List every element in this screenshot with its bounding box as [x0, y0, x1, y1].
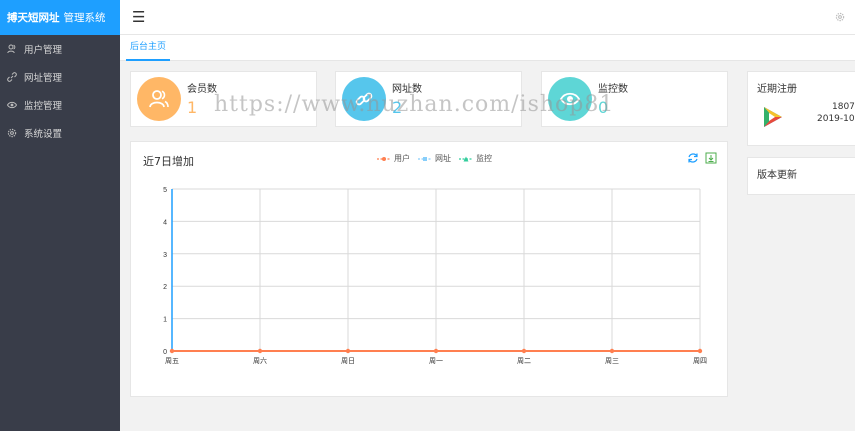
chart-legend: 用户 网址 监控 [377, 153, 492, 164]
legend-marker [377, 156, 391, 161]
stat-value: 2 [392, 98, 403, 117]
y-tick-label: 2 [163, 284, 167, 291]
chart-card: 0 1 2 3 4 5 周五 周六 周日 周一 周二 周三 周四 近7日增加 用户 网址 监控 [130, 141, 728, 397]
data-point [433, 348, 439, 354]
brand-name: 搏天短网址 [7, 12, 60, 24]
stat-value: 1 [187, 98, 198, 117]
stat-card-members: 会员数 1 [130, 71, 317, 127]
sidebar-item-users[interactable]: 用户管理 [0, 35, 120, 63]
legend-marker [418, 156, 432, 161]
chart-title: 近7日增加 [143, 155, 194, 168]
y-tick-label: 3 [163, 252, 167, 259]
user-register-date: 2019-10-1 [817, 114, 855, 124]
user-avatar[interactable] [760, 105, 784, 129]
x-tick-label: 周六 [253, 356, 267, 365]
users-icon [137, 77, 181, 121]
x-tick-label: 周三 [605, 357, 619, 365]
hamburger-icon[interactable]: ☰ [132, 8, 145, 26]
sidebar-item-label: 用户管理 [24, 45, 63, 56]
legend-label: 监控 [476, 154, 492, 163]
app-logo[interactable]: 搏天短网址 管理系统 [0, 0, 120, 35]
panel-title: 近期注册 [757, 84, 797, 95]
sidebar-item-monitor[interactable]: 监控管理 [0, 91, 120, 119]
legend-item-users[interactable]: 用户 [377, 153, 410, 164]
stat-card-monitors: 监控数 0 [541, 71, 728, 127]
data-point [609, 348, 615, 354]
gear-icon [7, 128, 17, 138]
legend-label: 用户 [394, 154, 410, 163]
x-tick-label: 周五 [165, 357, 179, 365]
data-point [345, 348, 351, 354]
eye-icon [548, 77, 592, 121]
legend-marker [459, 156, 473, 161]
gear-icon[interactable] [835, 12, 845, 22]
y-tick-label: 4 [163, 219, 167, 226]
y-tick-label: 5 [163, 187, 167, 194]
x-tick-label: 周二 [517, 357, 531, 365]
x-tick-label: 周四 [693, 357, 707, 365]
sidebar-item-label: 监控管理 [24, 101, 63, 112]
version-updates-panel: 版本更新 [747, 157, 855, 195]
sidebar: 搏天短网址 管理系统 用户管理 网址管理 监控管理 系统设置 [0, 0, 120, 431]
x-tick-label: 周一 [429, 357, 443, 365]
user-name: 18071 [832, 102, 855, 112]
data-point [697, 348, 703, 354]
stat-value: 0 [598, 98, 609, 117]
y-tick-label: 0 [163, 349, 167, 356]
y-tick-label: 1 [163, 317, 167, 324]
panel-title: 版本更新 [757, 170, 797, 181]
save-image-icon[interactable] [705, 152, 717, 164]
stat-title: 会员数 [187, 84, 217, 95]
legend-item-urls[interactable]: 网址 [418, 153, 451, 164]
tab-bar: 后台主页 [120, 35, 855, 61]
users-icon [7, 44, 17, 54]
x-tick-label: 周日 [341, 357, 355, 365]
refresh-icon[interactable] [687, 152, 699, 164]
legend-label: 网址 [435, 154, 451, 163]
tab-home[interactable]: 后台主页 [126, 35, 171, 61]
data-point [169, 348, 175, 354]
data-point [521, 348, 527, 354]
link-icon [7, 72, 17, 82]
stat-title: 网址数 [392, 84, 422, 95]
sidebar-item-settings[interactable]: 系统设置 [0, 119, 120, 147]
recent-registrations-panel: 近期注册 18071 2019-10-1 [747, 71, 855, 146]
sidebar-item-label: 系统设置 [24, 129, 63, 140]
chart-toolbox [687, 152, 717, 164]
top-bar: ☰ [120, 0, 855, 35]
line-chart: 0 1 2 3 4 5 周五 周六 周日 周一 周二 周三 周四 [163, 187, 707, 365]
data-point [257, 348, 263, 354]
sidebar-item-urls[interactable]: 网址管理 [0, 63, 120, 91]
legend-item-monitor[interactable]: 监控 [459, 153, 492, 164]
stat-card-urls: 网址数 2 [335, 71, 522, 127]
eye-icon [7, 100, 17, 110]
brand-subtitle: 管理系统 [63, 12, 106, 24]
stat-title: 监控数 [598, 84, 628, 95]
sidebar-item-label: 网址管理 [24, 73, 63, 84]
link-icon [342, 77, 386, 121]
